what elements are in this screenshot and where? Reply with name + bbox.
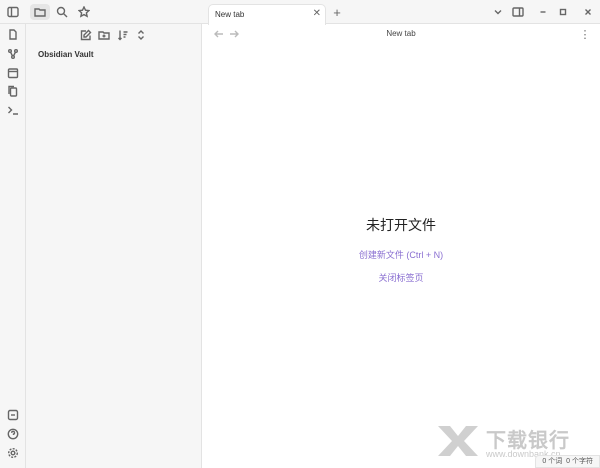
char-count: 0 个字符	[566, 458, 593, 465]
status-bar: 0 个词 0 个字符	[535, 455, 600, 468]
vault-name[interactable]: Obsidian Vault	[38, 50, 94, 59]
new-folder-icon[interactable]	[96, 27, 112, 43]
copy-icon[interactable]	[5, 83, 21, 99]
maximize-icon[interactable]	[555, 4, 571, 20]
sort-icon[interactable]	[115, 27, 131, 43]
new-tab-icon[interactable]: +	[329, 4, 345, 20]
minimize-icon[interactable]	[535, 4, 551, 20]
sidebar-toggle-icon[interactable]	[5, 4, 21, 20]
terminal-icon[interactable]	[5, 102, 21, 118]
create-new-file-link[interactable]: 创建新文件 (Ctrl + N)	[202, 248, 600, 261]
calendar-icon[interactable]	[5, 65, 21, 81]
view-title: New tab	[386, 29, 416, 38]
close-tab-link[interactable]: 关闭标签页	[202, 271, 600, 284]
open-quick-switcher-icon[interactable]	[5, 27, 21, 43]
tab-new-tab[interactable]: New tab ✕	[208, 4, 326, 25]
vault-switcher-icon[interactable]	[5, 407, 21, 423]
search-icon[interactable]	[54, 4, 70, 20]
watermark-icon	[438, 426, 478, 456]
word-count: 0 个词	[542, 458, 563, 465]
new-note-icon[interactable]	[78, 27, 94, 43]
more-options-icon[interactable]: ⋮	[577, 26, 593, 42]
help-icon[interactable]	[5, 426, 21, 442]
tab-label: New tab	[215, 10, 245, 19]
tab-bar: New tab ✕ +	[202, 0, 600, 25]
star-icon[interactable]	[76, 4, 92, 20]
watermark-logo: 下载银行 www.downbank.cn	[436, 424, 569, 463]
settings-icon[interactable]	[5, 445, 21, 461]
empty-state-title: 未打开文件	[366, 217, 436, 233]
empty-state: 未打开文件 创建新文件 (Ctrl + N) 关闭标签页	[202, 215, 600, 294]
view-header: New tab ⋮	[202, 24, 600, 44]
folder-icon[interactable]	[30, 4, 50, 20]
chevron-down-icon[interactable]	[490, 4, 506, 20]
file-explorer-pane	[26, 0, 202, 468]
close-tab-icon[interactable]: ✕	[313, 8, 321, 19]
close-window-icon[interactable]	[580, 4, 596, 20]
graph-icon[interactable]	[5, 46, 21, 62]
right-sidebar-toggle-icon[interactable]	[510, 4, 526, 20]
collapse-all-icon[interactable]	[133, 27, 149, 43]
